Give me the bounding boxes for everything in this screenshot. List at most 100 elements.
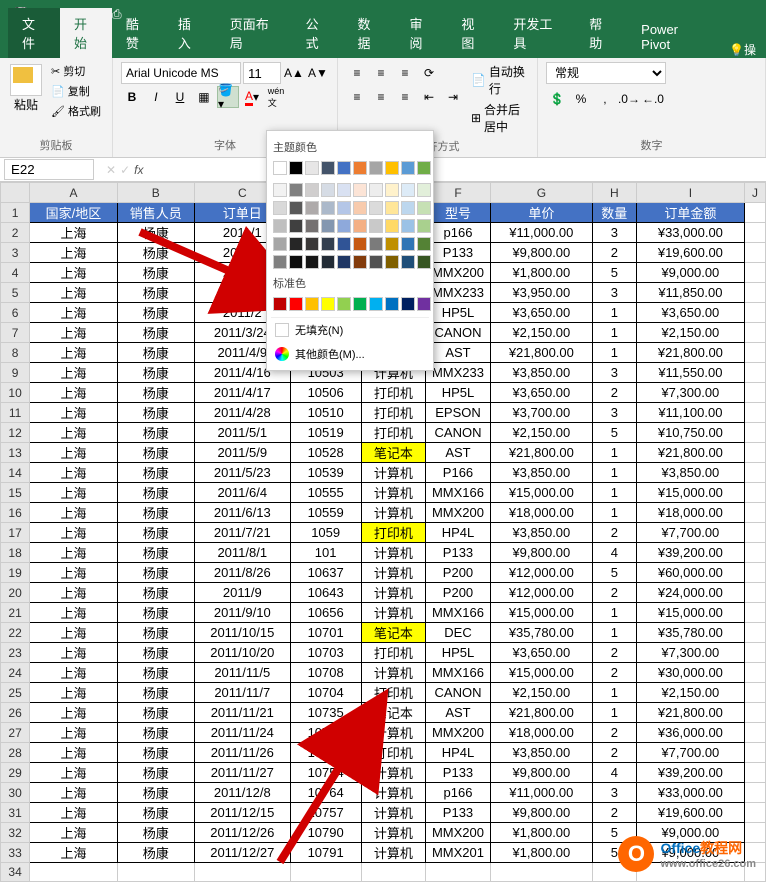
cell[interactable] [117, 863, 194, 882]
cell[interactable]: ¥3,850.00 [636, 463, 744, 483]
col-header[interactable]: I [636, 183, 744, 203]
fill-color-button[interactable]: 🪣▾ [217, 86, 239, 108]
cell[interactable]: 10735 [290, 703, 361, 723]
color-swatch[interactable] [369, 237, 383, 251]
cell[interactable]: HP4L [426, 743, 491, 763]
cell[interactable]: 计算机 [361, 783, 426, 803]
cell[interactable]: 杨康 [117, 843, 194, 863]
cell[interactable]: 上海 [30, 303, 118, 323]
col-header[interactable]: H [592, 183, 636, 203]
cell[interactable]: 上海 [30, 443, 118, 463]
row-header[interactable]: 26 [1, 703, 30, 723]
color-swatch[interactable] [337, 219, 351, 233]
cell[interactable]: 3 [592, 363, 636, 383]
cell[interactable]: HP5L [426, 383, 491, 403]
cell[interactable]: 上海 [30, 823, 118, 843]
header-cell[interactable]: 订单金额 [636, 203, 744, 223]
cell[interactable]: 计算机 [361, 803, 426, 823]
cell[interactable]: P133 [426, 543, 491, 563]
color-swatch[interactable] [353, 255, 367, 269]
cell[interactable]: MMX166 [426, 663, 491, 683]
cell[interactable]: 计算机 [361, 503, 426, 523]
color-swatch[interactable] [273, 255, 287, 269]
cell[interactable]: 计算机 [361, 843, 426, 863]
cell[interactable]: 10791 [290, 843, 361, 863]
cell[interactable]: 1059 [290, 523, 361, 543]
cell[interactable]: 上海 [30, 223, 118, 243]
paste-button[interactable]: 粘贴 [8, 62, 44, 135]
increase-indent-icon[interactable]: ⇥ [442, 86, 464, 108]
cell[interactable]: 上海 [30, 583, 118, 603]
align-middle-icon[interactable]: ≡ [370, 62, 392, 84]
cell[interactable]: ¥7,300.00 [636, 643, 744, 663]
cell[interactable]: 10559 [290, 503, 361, 523]
tab-insert[interactable]: 插入 [164, 8, 216, 58]
cell[interactable]: 打印机 [361, 403, 426, 423]
row-header[interactable]: 31 [1, 803, 30, 823]
row-header[interactable]: 18 [1, 543, 30, 563]
cell[interactable]: 2011/5/1 [194, 423, 290, 443]
cell[interactable]: 1 [592, 443, 636, 463]
cell[interactable]: 3 [592, 283, 636, 303]
cell[interactable]: 10539 [290, 463, 361, 483]
row-header[interactable]: 14 [1, 463, 30, 483]
cell[interactable]: 上海 [30, 703, 118, 723]
cell[interactable]: 10764 [290, 783, 361, 803]
format-painter-button[interactable]: 🖌 格式刷 [48, 102, 104, 120]
color-swatch[interactable] [289, 219, 303, 233]
cell[interactable]: ¥11,850.00 [636, 283, 744, 303]
currency-icon[interactable]: 💲 [546, 88, 568, 110]
row-header[interactable]: 16 [1, 503, 30, 523]
color-swatch[interactable] [353, 297, 367, 311]
cell[interactable]: CANON [426, 323, 491, 343]
italic-button[interactable]: I [145, 86, 167, 108]
color-swatch[interactable] [305, 201, 319, 215]
color-swatch[interactable] [337, 255, 351, 269]
orientation-icon[interactable]: ⟳ [418, 62, 440, 84]
color-swatch[interactable] [417, 255, 431, 269]
header-cell[interactable]: 国家/地区 [30, 203, 118, 223]
color-swatch[interactable] [369, 219, 383, 233]
cell[interactable] [30, 863, 118, 882]
color-swatch[interactable] [289, 183, 303, 197]
tab-pivot[interactable]: Power Pivot [627, 16, 719, 58]
color-swatch[interactable] [369, 183, 383, 197]
cell[interactable]: ¥1,800.00 [490, 843, 592, 863]
fx-icon[interactable]: fx [134, 163, 143, 177]
cell[interactable]: 2011/11/27 [194, 763, 290, 783]
header-cell[interactable]: 销售人员 [117, 203, 194, 223]
cell[interactable]: ¥2,150.00 [636, 323, 744, 343]
cell[interactable]: 杨康 [117, 603, 194, 623]
cell[interactable]: ¥3,850.00 [490, 743, 592, 763]
cell[interactable]: 杨康 [117, 383, 194, 403]
cell[interactable]: 杨康 [117, 463, 194, 483]
cell[interactable]: 10656 [290, 603, 361, 623]
color-swatch[interactable] [385, 161, 399, 175]
row-header[interactable]: 19 [1, 563, 30, 583]
row-header[interactable]: 28 [1, 743, 30, 763]
cell[interactable]: 杨康 [117, 243, 194, 263]
cell[interactable]: ¥3,650.00 [636, 303, 744, 323]
cell[interactable]: ¥10,750.00 [636, 423, 744, 443]
cell[interactable]: 5 [592, 563, 636, 583]
row-header[interactable]: 32 [1, 823, 30, 843]
row-header[interactable]: 34 [1, 863, 30, 882]
cell[interactable]: ¥21,800.00 [490, 443, 592, 463]
cell[interactable]: ¥21,800.00 [636, 443, 744, 463]
cell[interactable]: 杨康 [117, 323, 194, 343]
cell[interactable]: ¥3,650.00 [490, 643, 592, 663]
cell[interactable]: 上海 [30, 643, 118, 663]
row-header[interactable]: 22 [1, 623, 30, 643]
cell[interactable]: 上海 [30, 483, 118, 503]
color-swatch[interactable] [385, 255, 399, 269]
cell[interactable]: 2011/12/27 [194, 843, 290, 863]
cell[interactable]: 10510 [290, 403, 361, 423]
cell[interactable]: ¥35,780.00 [636, 623, 744, 643]
cell[interactable]: 上海 [30, 663, 118, 683]
cell[interactable]: ¥2,150.00 [490, 323, 592, 343]
color-swatch[interactable] [417, 201, 431, 215]
cell[interactable]: 2011/12/8 [194, 783, 290, 803]
row-header[interactable]: 17 [1, 523, 30, 543]
cell[interactable]: 1 [592, 303, 636, 323]
col-header[interactable]: J [745, 183, 766, 203]
